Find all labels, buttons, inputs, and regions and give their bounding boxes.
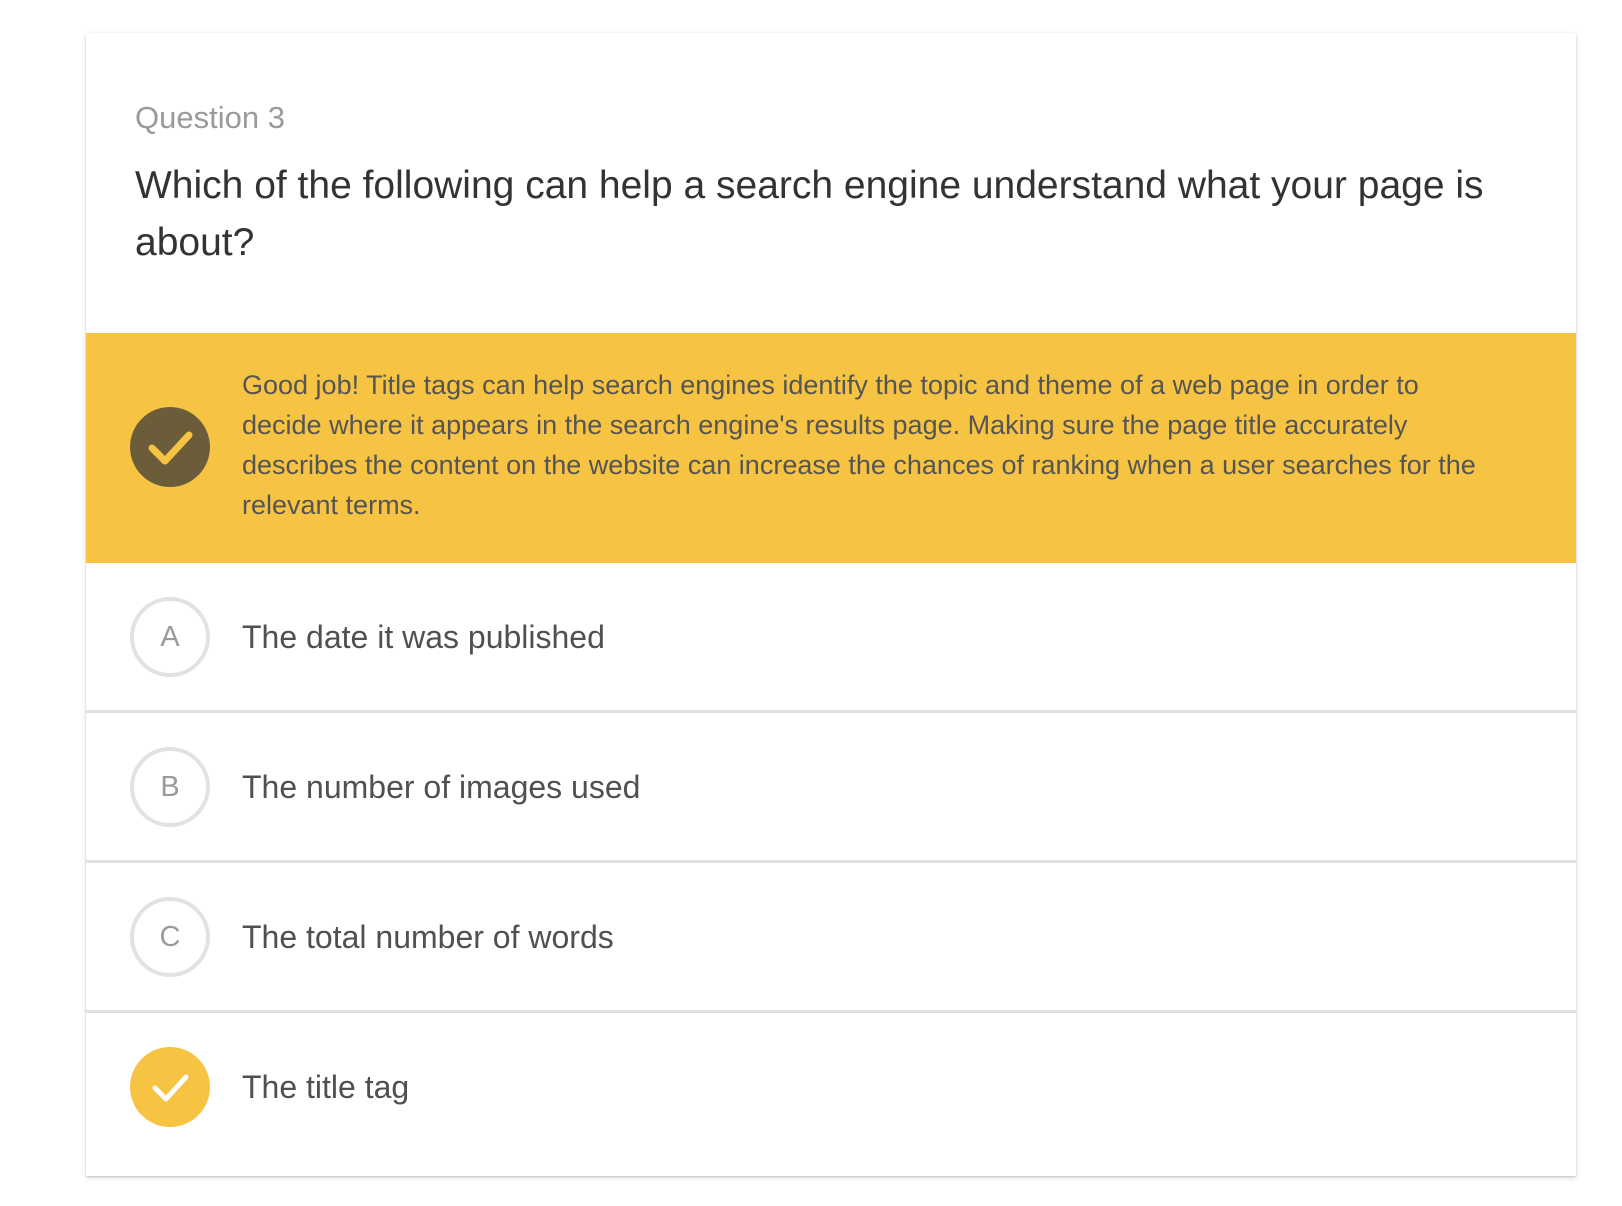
check-circle-icon [130,407,210,487]
question-number: Question 3 [135,100,285,135]
option-text: The total number of words [242,919,614,955]
option-text: The title tag [242,1069,410,1105]
option-text: The date it was published [242,619,605,655]
option-text: The number of images used [242,769,641,805]
question-text: Which of the following can help a search… [135,164,1484,264]
option-c[interactable]: C The total number of words [86,863,1576,1013]
option-a[interactable]: A The date it was published [86,563,1576,713]
option-d-selected[interactable]: The title tag [86,1013,1576,1163]
check-icon [130,1047,210,1127]
quiz-card: Question 3 Which of the following can he… [86,33,1576,1176]
option-b[interactable]: B The number of images used [86,713,1576,863]
option-letter-badge: A [130,597,210,677]
feedback-text: Good job! Title tags can help search eng… [242,370,1476,520]
feedback-banner: Good job! Title tags can help search eng… [86,333,1576,563]
option-letter-badge: C [130,897,210,977]
option-letter-badge: B [130,747,210,827]
